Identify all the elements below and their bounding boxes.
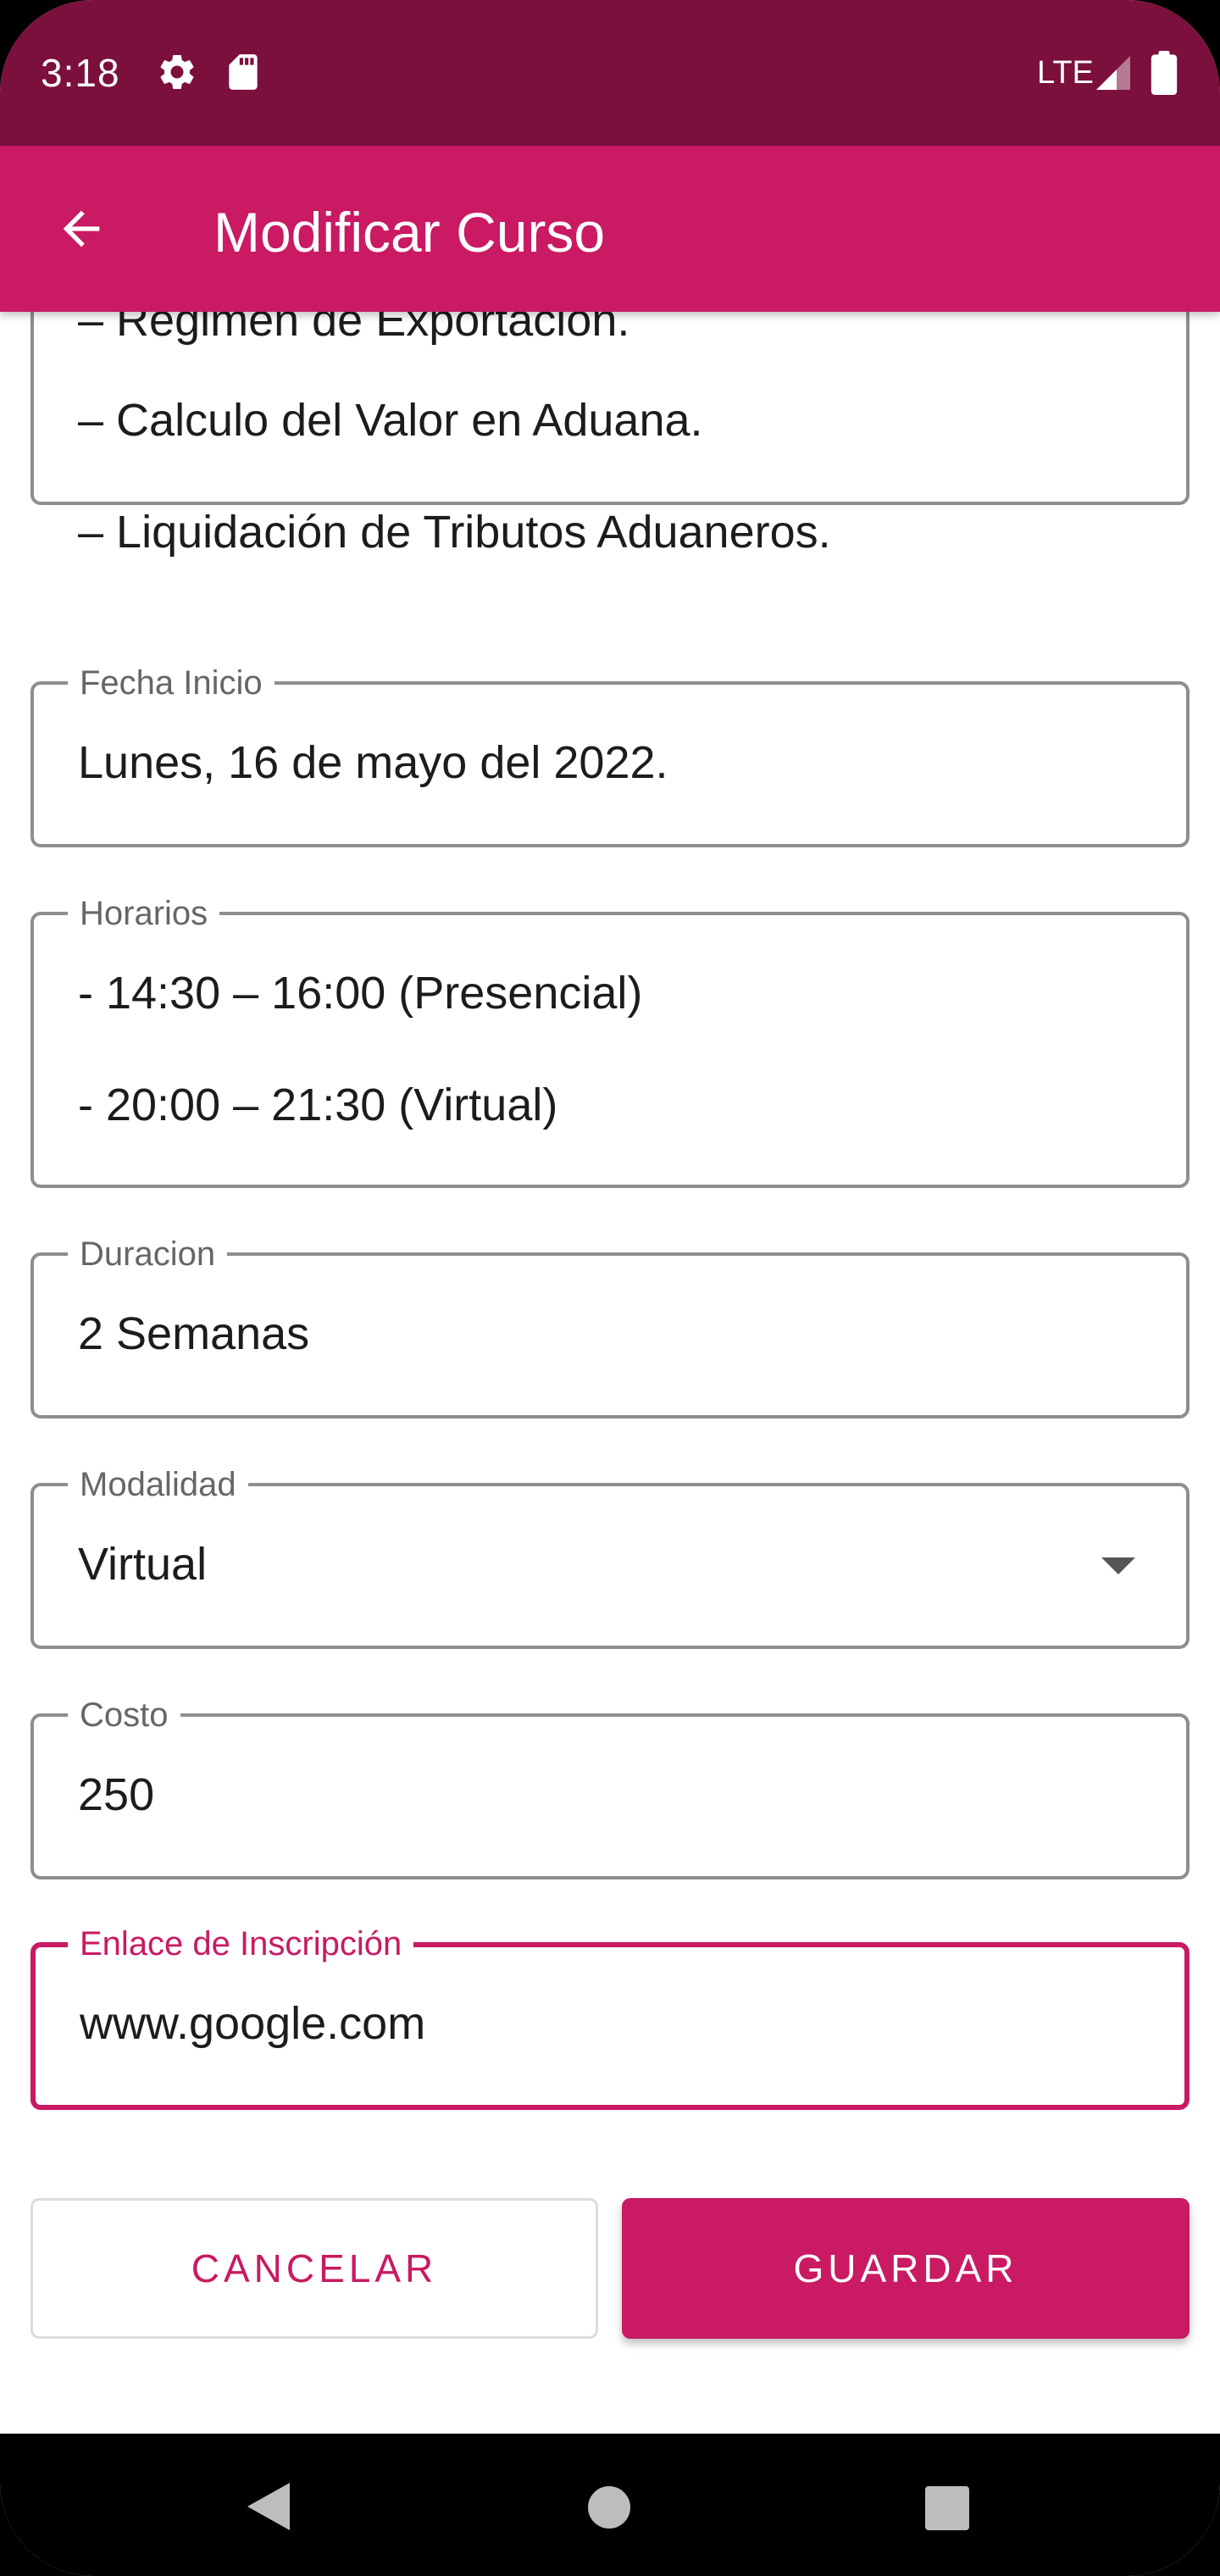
enlace-inscripcion-label: Enlace de Inscripción <box>68 1924 414 1964</box>
horario-line: - 14:30 – 16:00 (Presencial) <box>78 968 643 1019</box>
arrow-back-icon <box>63 210 100 247</box>
enlace-inscripcion-value: www.google.com <box>80 1998 426 2049</box>
fecha-inicio-label: Fecha Inicio <box>68 663 274 703</box>
nav-back-icon[interactable] <box>247 2483 290 2530</box>
signal-icon <box>1093 53 1134 97</box>
navigation-bar <box>0 2434 1220 2576</box>
costo-field[interactable]: Costo 250 <box>30 1695 1190 1879</box>
horarios-field[interactable]: Horarios - 14:30 – 16:00 (Presencial) - … <box>30 893 1190 1188</box>
back-button[interactable] <box>41 188 122 269</box>
description-line: – Liquidación de Tributos Aduaneros. <box>78 507 831 558</box>
description-line: – Régimen de Exportación. <box>78 312 630 346</box>
save-button[interactable]: GUARDAR <box>622 2198 1190 2339</box>
form-content[interactable]: – Régimen de Exportación. – Calculo del … <box>0 312 1220 2434</box>
fecha-inicio-value: Lunes, 16 de mayo del 2022. <box>78 737 668 788</box>
duracion-value: 2 Semanas <box>78 1308 310 1359</box>
enlace-inscripcion-field[interactable]: Enlace de Inscripción www.google.com <box>30 1924 1190 2110</box>
cancel-button[interactable]: CANCELAR <box>30 2198 598 2339</box>
costo-label: Costo <box>68 1695 180 1735</box>
costo-value: 250 <box>78 1769 155 1820</box>
status-time: 3:18 <box>41 51 120 95</box>
device-screen: 3:18 LTE Modificar Curso – Régimen de Ex… <box>0 0 1220 2576</box>
page-title: Modificar Curso <box>214 201 606 264</box>
fecha-inicio-field[interactable]: Fecha Inicio Lunes, 16 de mayo del 2022. <box>30 663 1190 847</box>
network-type: LTE <box>1037 55 1094 91</box>
status-bar: 3:18 LTE <box>0 0 1220 146</box>
modalidad-value: Virtual <box>78 1539 208 1590</box>
description-line: – Calculo del Valor en Aduana. <box>78 395 703 446</box>
app-bar: Modificar Curso <box>0 146 1220 312</box>
duracion-field[interactable]: Duracion 2 Semanas <box>30 1234 1190 1418</box>
horario-line: - 20:00 – 21:30 (Virtual) <box>78 1080 558 1130</box>
duracion-label: Duracion <box>68 1234 228 1274</box>
battery-icon <box>1149 51 1179 99</box>
settings-icon <box>156 51 198 97</box>
nav-recents-icon[interactable] <box>925 2486 969 2530</box>
nav-home-icon[interactable] <box>588 2486 630 2529</box>
sd-card-icon <box>222 51 264 97</box>
description-field[interactable]: – Régimen de Exportación. – Calculo del … <box>30 312 1190 558</box>
dropdown-arrow-icon[interactable] <box>1101 1557 1135 1574</box>
modalidad-label: Modalidad <box>68 1464 248 1505</box>
modalidad-select[interactable]: Modalidad Virtual <box>30 1464 1190 1649</box>
horarios-label: Horarios <box>68 893 220 934</box>
